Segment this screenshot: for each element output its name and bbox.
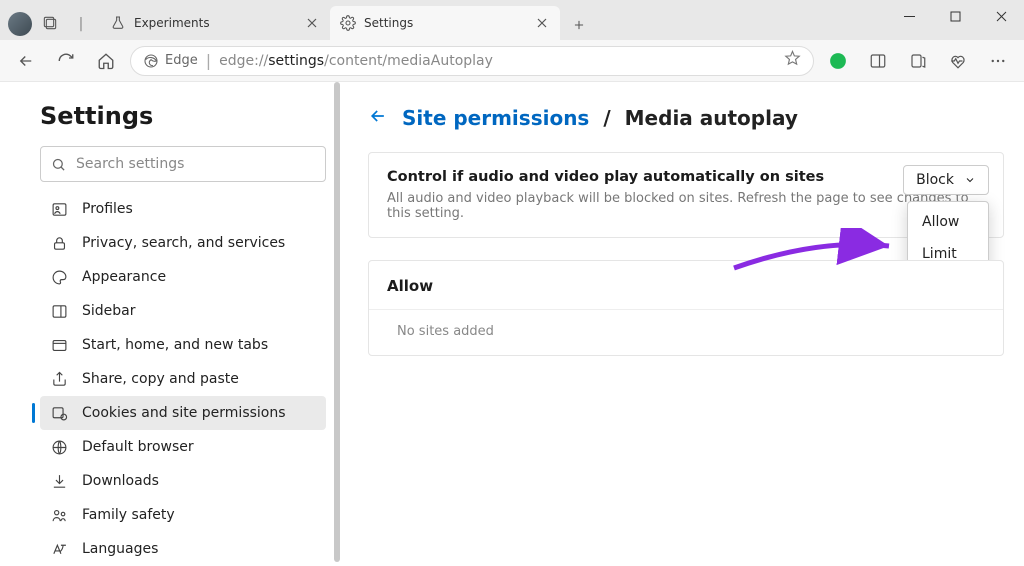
gear-icon	[340, 15, 356, 31]
settings-sidebar: Settings Profiles Privacy, search, and s…	[0, 82, 340, 562]
sidebar-item-start[interactable]: Start, home, and new tabs	[40, 328, 326, 362]
sidebar-item-profiles[interactable]: Profiles	[40, 192, 326, 226]
card-heading: Control if audio and video play automati…	[387, 169, 985, 185]
divider: |	[70, 13, 92, 35]
home-button[interactable]	[90, 45, 122, 77]
autoplay-dropdown[interactable]: Block	[903, 165, 989, 195]
chevron-down-icon	[964, 174, 976, 186]
tab-actions-icon[interactable]	[40, 13, 62, 35]
back-arrow-icon[interactable]	[368, 106, 388, 130]
download-icon	[50, 472, 68, 490]
allow-list-card: Allow No sites added	[368, 260, 1004, 356]
sidebar-item-privacy[interactable]: Privacy, search, and services	[40, 226, 326, 260]
browser-icon	[50, 438, 68, 456]
search-input[interactable]	[76, 156, 315, 172]
edge-badge: Edge	[143, 53, 198, 69]
tab-experiments[interactable]: Experiments	[100, 6, 330, 40]
sidebar-item-downloads[interactable]: Downloads	[40, 464, 326, 498]
permissions-icon	[50, 404, 68, 422]
language-icon	[50, 540, 68, 558]
option-allow[interactable]: Allow	[912, 206, 984, 238]
breadcrumb-link[interactable]: Site permissions	[402, 106, 589, 130]
new-tab-button[interactable]	[564, 10, 594, 40]
address-bar[interactable]: Edge | edge://settings/content/mediaAuto…	[130, 46, 814, 76]
side-panel-icon[interactable]	[862, 45, 894, 77]
settings-content: Site permissions / Media autoplay Contro…	[340, 82, 1024, 562]
divider: |	[206, 51, 211, 70]
refresh-button[interactable]	[50, 45, 82, 77]
close-icon[interactable]	[304, 15, 320, 31]
allow-title: Allow	[387, 277, 985, 295]
more-icon[interactable]	[982, 45, 1014, 77]
family-icon	[50, 506, 68, 524]
allow-empty-text: No sites added	[387, 324, 985, 339]
close-window-button[interactable]	[978, 0, 1024, 32]
breadcrumb-current: Media autoplay	[625, 106, 798, 130]
url-text: edge://settings/content/mediaAutoplay	[219, 53, 493, 69]
search-icon	[51, 157, 66, 172]
tab-settings[interactable]: Settings	[330, 6, 560, 40]
tab-icon	[50, 336, 68, 354]
tab-label: Experiments	[134, 16, 296, 30]
maximize-button[interactable]	[932, 0, 978, 32]
sidebar-item-default-browser[interactable]: Default browser	[40, 430, 326, 464]
collections-icon[interactable]	[902, 45, 934, 77]
flask-icon	[110, 15, 126, 31]
grammarly-icon[interactable]	[822, 45, 854, 77]
sidebar-heading: Settings	[40, 102, 326, 130]
tab-strip: Experiments Settings	[100, 0, 594, 40]
lock-icon	[50, 234, 68, 252]
profile-icon	[50, 200, 68, 218]
sidebar-item-appearance[interactable]: Appearance	[40, 260, 326, 294]
appearance-icon	[50, 268, 68, 286]
card-description: All audio and video playback will be blo…	[387, 191, 985, 221]
close-icon[interactable]	[534, 15, 550, 31]
sidebar-item-share[interactable]: Share, copy and paste	[40, 362, 326, 396]
favorite-icon[interactable]	[784, 50, 801, 71]
autoplay-control-card: Control if audio and video play automati…	[368, 152, 1004, 238]
sidebar-item-languages[interactable]: Languages	[40, 532, 326, 566]
search-settings[interactable]	[40, 146, 326, 182]
window-titlebar: | Experiments Settings	[0, 0, 1024, 40]
share-icon	[50, 370, 68, 388]
sidebar-item-cookies[interactable]: Cookies and site permissions	[40, 396, 326, 430]
profile-avatar[interactable]	[8, 12, 32, 36]
minimize-button[interactable]	[886, 0, 932, 32]
annotation-arrow	[729, 228, 899, 278]
sidebar-item-sidebar[interactable]: Sidebar	[40, 294, 326, 328]
sidebar-icon	[50, 302, 68, 320]
browser-toolbar: Edge | edge://settings/content/mediaAuto…	[0, 40, 1024, 82]
tab-label: Settings	[364, 16, 526, 30]
back-button[interactable]	[10, 45, 42, 77]
sidebar-item-family[interactable]: Family safety	[40, 498, 326, 532]
wellness-icon[interactable]	[942, 45, 974, 77]
breadcrumb: Site permissions / Media autoplay	[368, 106, 1004, 130]
